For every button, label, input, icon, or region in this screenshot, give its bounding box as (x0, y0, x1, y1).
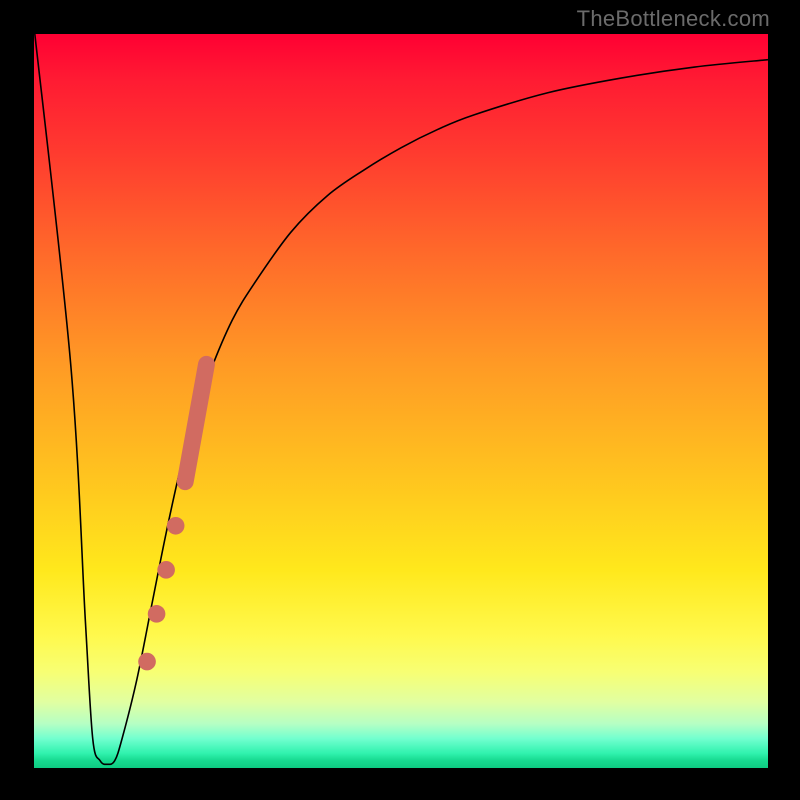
marker-dot (157, 561, 175, 579)
watermark-text: TheBottleneck.com (577, 6, 770, 32)
chart-frame: TheBottleneck.com (0, 0, 800, 800)
marker-dot (138, 653, 156, 671)
chart-svg (34, 34, 768, 768)
marker-bar (185, 364, 206, 481)
marker-dot (167, 517, 185, 535)
marker-dot (148, 605, 166, 623)
plot-area (34, 34, 768, 768)
